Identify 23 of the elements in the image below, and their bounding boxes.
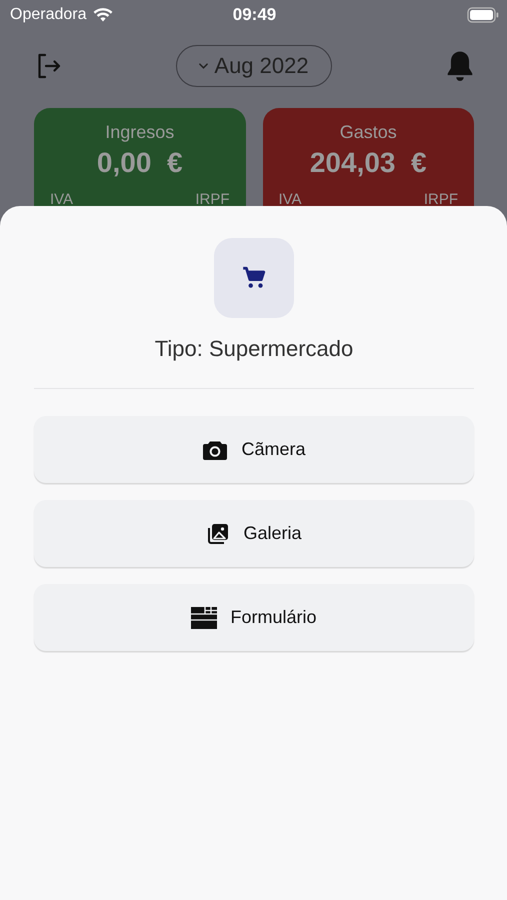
card-amount: 0,00 €	[96, 147, 183, 179]
card-label: IRPF	[424, 191, 458, 208]
card-label: IRPF	[195, 191, 230, 208]
option-button[interactable]: Galeria	[34, 500, 474, 567]
category-label: Tipo: Supermercado	[154, 336, 354, 362]
images-icon	[206, 522, 230, 546]
wifi-icon	[92, 8, 112, 22]
chevron-down-icon	[199, 63, 208, 69]
form-grid-icon	[191, 606, 218, 628]
card-title: Ingresos	[105, 122, 174, 143]
logout-icon[interactable]	[36, 53, 62, 79]
camera-icon	[202, 438, 228, 460]
card-label: IVA	[278, 191, 302, 208]
battery-icon	[466, 7, 499, 23]
card-amount: 204,03 €	[310, 147, 427, 179]
carrier-name: Operadora	[10, 6, 86, 24]
card-label: IVA	[50, 191, 74, 208]
card-title: Gastos	[340, 122, 397, 143]
option-button[interactable]: Cãmera	[34, 416, 474, 483]
clock-time: 09:49	[232, 5, 276, 25]
option-button[interactable]: Formulário	[34, 584, 474, 651]
cart-icon	[241, 265, 267, 291]
bell-icon[interactable]	[446, 50, 474, 82]
